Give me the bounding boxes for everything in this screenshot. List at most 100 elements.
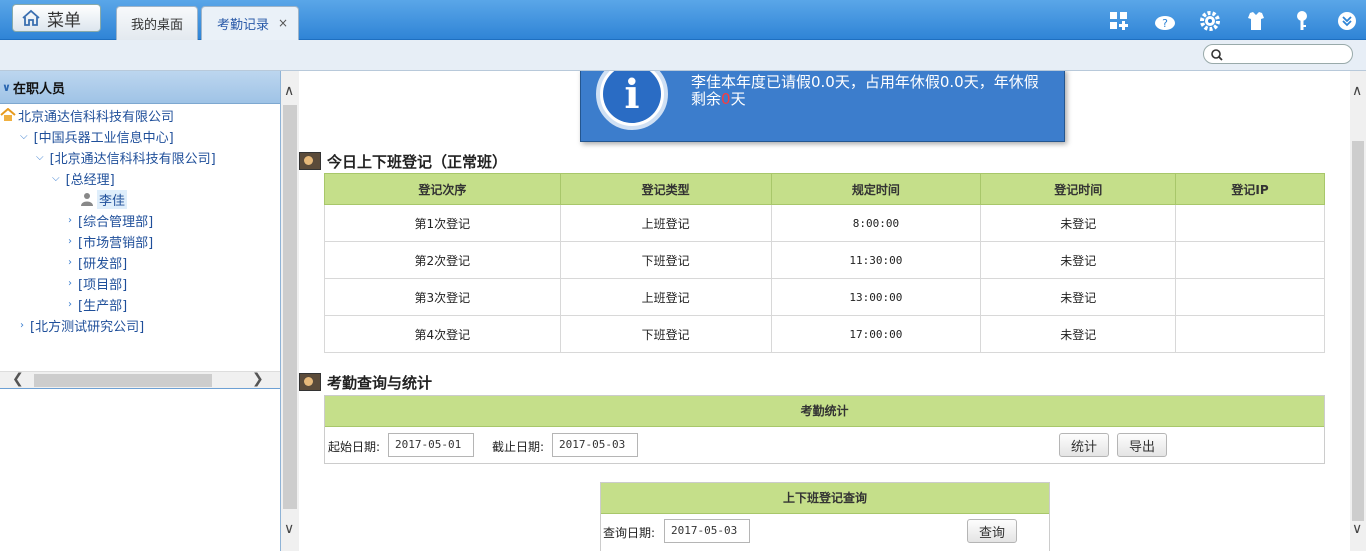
tab-label: 考勤记录 [217,18,270,33]
divider [0,388,280,389]
chevron-right-icon: › [68,235,72,247]
cell-scheduled-time: 8:00:00 [770,204,982,242]
tree-node-rnd[interactable]: › [研发部] [68,252,127,272]
chevron-down-icon: ⌵ [36,151,44,163]
scroll-thumb[interactable] [34,374,212,387]
scroll-down-icon[interactable]: ∨ [1352,521,1362,537]
attendance-icon [299,152,321,170]
notice-remaining-days: 0 [721,90,731,108]
notice-text: 李佳本年度已请假0.0天，占用年休假0.0天，年休假剩余0天 [691,74,1051,108]
page-scrollbar[interactable]: ∧ ∨ [1350,71,1366,551]
tree-label: 李佳 [97,189,128,209]
cell-ip [1175,315,1325,353]
attendance-icon [299,373,321,391]
stat-button[interactable]: 统计 [1059,433,1109,457]
tree-node-gm[interactable]: ⌵ [总经理] [52,168,115,188]
scroll-up-icon[interactable]: ∧ [284,83,294,99]
user-icon [81,193,93,206]
chevron-right-icon: › [68,256,72,268]
menu-label: 菜单 [47,10,81,31]
tree-node-production[interactable]: › [生产部] [68,294,127,314]
chevron-down-circle-icon[interactable] [1336,10,1358,32]
end-date-field[interactable]: 2017-05-03 [552,433,638,457]
close-icon[interactable]: × [278,16,288,30]
export-button[interactable]: 导出 [1117,433,1167,457]
sidebar-header[interactable]: ∨ 在职人员 [0,71,280,104]
tab-my-desktop[interactable]: 我的桌面 [116,6,198,40]
tree-node-cn-ordnance[interactable]: ⌵ [中国兵器工业信息中心] [20,126,174,146]
cell-type: 下班登记 [559,315,772,353]
chevron-down-icon: ⌵ [20,130,28,142]
cell-ip [1175,278,1325,316]
sidebar-title: 在职人员 [12,81,65,97]
query-button[interactable]: 查询 [967,519,1017,543]
tree-node-north-test[interactable]: › [北方测试研究公司] [20,315,144,335]
scroll-left-icon[interactable]: ❮ [12,371,24,387]
vertical-scrollbar[interactable]: ∧ ∨ [281,71,299,551]
cell-order: 第2次登记 [324,241,561,279]
horizontal-scrollbar[interactable]: ❮ ❯ [0,371,280,388]
sidebar: ∨ 在职人员 北京通达信科科技有限公司 ⌵ [中国兵器工业信息中心] ⌵ [北京通达… [0,71,281,551]
col-header: 登记类型 [559,173,772,205]
search-input[interactable] [1203,44,1353,64]
gear-icon[interactable] [1199,10,1221,32]
key-icon[interactable] [1291,10,1313,32]
info-icon: i [596,71,668,130]
tree-node-admin[interactable]: › [综合管理部] [68,210,153,230]
scroll-thumb[interactable] [1352,141,1364,521]
col-header: 规定时间 [770,173,982,205]
cell-scheduled-time: 17:00:00 [770,315,982,353]
section-title-text: 考勤查询与统计 [327,373,433,392]
tree-node-project[interactable]: › [项目部] [68,273,127,293]
shirt-icon[interactable] [1245,10,1267,32]
chevron-right-icon: › [20,319,24,331]
cell-type: 下班登记 [559,241,772,279]
menu-button[interactable]: 菜单 [12,4,101,32]
tree-node-marketing[interactable]: › [市场营销部] [68,231,153,251]
scroll-down-icon[interactable]: ∨ [284,521,294,537]
tree-node-tongda[interactable]: ⌵ [北京通达信科科技有限公司] [36,147,216,167]
tree-label: [总经理] [65,172,115,188]
main-content: i 李佳本年度已请假0.0天，占用年休假0.0天，年休假剩余0天 今日上下班登记… [299,71,1350,551]
col-header: 登记次序 [324,173,561,205]
section-title-today: 今日上下班登记（正常班） [299,150,507,172]
tab-label: 我的桌面 [130,18,183,33]
tree-label: [项目部] [78,277,128,293]
notice-unit: 天 [730,90,746,108]
start-date-field[interactable]: 2017-05-01 [388,433,474,457]
end-date-label: 截止日期: [492,440,545,454]
query-panel: 上下班登记查询 查询日期: 2017-05-03 查询 [600,482,1050,551]
help-cloud-icon[interactable]: ? [1154,10,1176,32]
panel-header: 上下班登记查询 [601,483,1049,514]
tree-label: [研发部] [78,256,128,272]
cell-type: 上班登记 [559,278,772,316]
tree-node-user-lijia[interactable]: 李佳 [80,189,128,209]
scroll-thumb[interactable] [283,105,297,509]
cell-ip [1175,241,1325,279]
home-icon [0,108,16,121]
chevron-down-icon: ⌵ [52,172,60,184]
scroll-right-icon[interactable]: ❯ [252,371,264,387]
today-register-table: 登记次序 登记类型 规定时间 登记时间 登记IP 第1次登记 上班登记 8:00… [324,173,1325,353]
table-row: 第2次登记 下班登记 11:30:00 未登记 [324,241,1325,279]
leave-notice: i 李佳本年度已请假0.0天，占用年休假0.0天，年休假剩余0天 [580,71,1065,142]
cell-order: 第1次登记 [324,204,561,242]
top-bar: 菜单 我的桌面 考勤记录 × ? [0,0,1366,40]
panel-header: 考勤统计 [325,396,1324,427]
scroll-up-icon[interactable]: ∧ [1352,83,1362,99]
cell-ip [1175,204,1325,242]
cell-scheduled-time: 11:30:00 [770,241,982,279]
chevron-right-icon: › [68,298,72,310]
cell-scheduled-time: 13:00:00 [770,278,982,316]
chevron-down-icon: ∨ [2,80,11,94]
tree-label: [北方测试研究公司] [30,319,145,335]
cell-register-time: 未登记 [980,278,1177,316]
tab-attendance-record[interactable]: 考勤记录 × [201,6,299,40]
query-date-field[interactable]: 2017-05-03 [664,519,750,543]
table-row: 第3次登记 上班登记 13:00:00 未登记 [324,278,1325,316]
grid-add-icon[interactable] [1108,10,1130,32]
tree-node-company[interactable]: 北京通达信科科技有限公司 [0,105,174,125]
chevron-right-icon: › [68,214,72,226]
start-date-label: 起始日期: [328,440,381,454]
section-title-stats: 考勤查询与统计 [299,371,432,393]
